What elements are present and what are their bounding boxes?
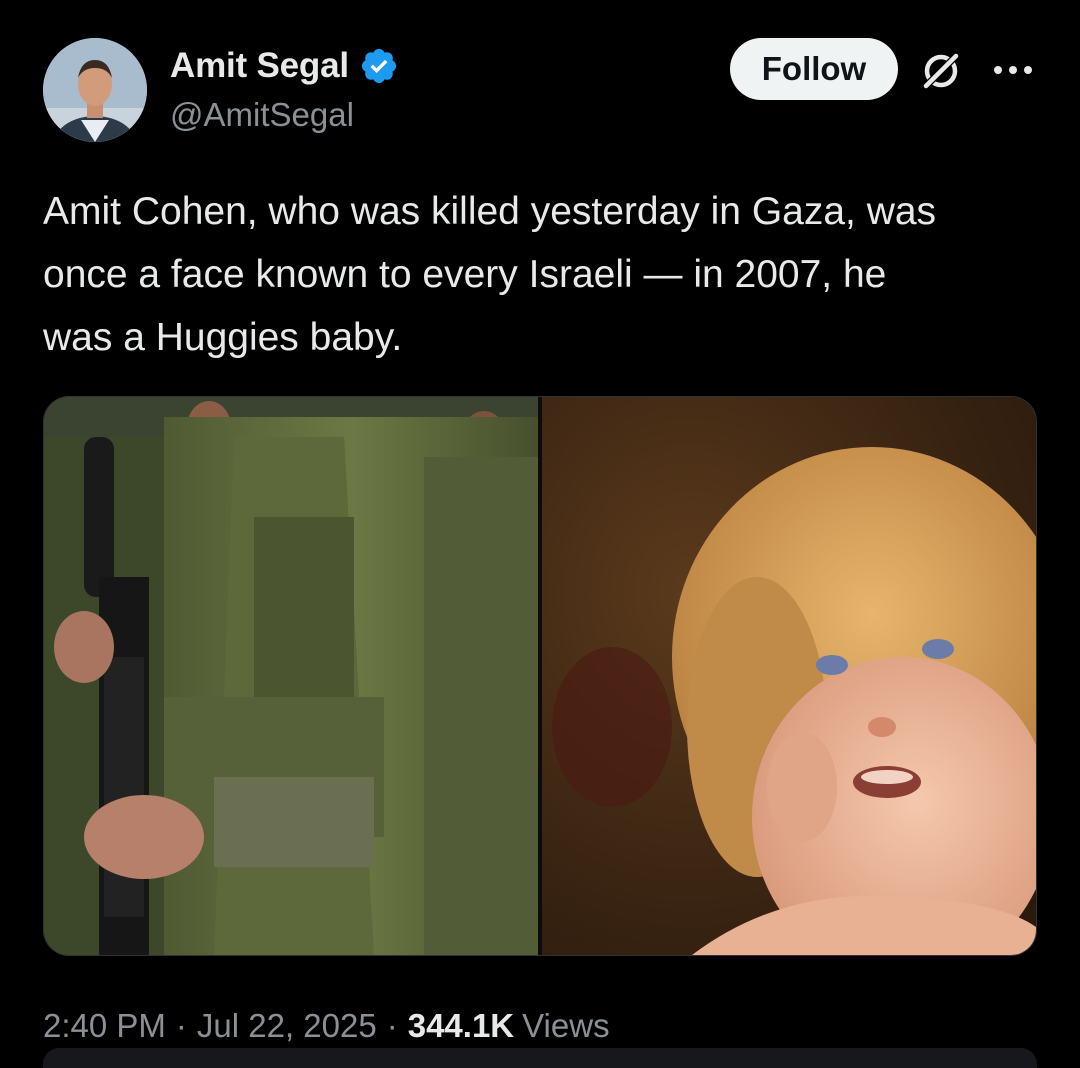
media-photo-baby[interactable] (542, 397, 1036, 955)
views-count[interactable]: 344.1K (408, 1007, 514, 1045)
bottom-bar (43, 1048, 1037, 1068)
tweet-meta: 2:40 PM · Jul 22, 2025 · 344.1K Views (43, 1000, 610, 1052)
author-display-name[interactable]: Amit Segal (170, 46, 349, 86)
grok-icon[interactable] (918, 48, 964, 94)
tweet-text: Amit Cohen, who was killed yesterday in … (43, 190, 937, 359)
tweet-time[interactable]: 2:40 PM (43, 1007, 166, 1045)
more-options-icon[interactable] (990, 62, 1036, 78)
author-avatar[interactable] (43, 38, 147, 142)
tweet-media[interactable] (43, 396, 1037, 956)
meta-separator: · (386, 1007, 398, 1044)
verified-badge-icon (361, 48, 396, 84)
views-label: Views (522, 1007, 610, 1044)
media-photo-soldier[interactable] (44, 397, 538, 955)
follow-button[interactable]: Follow (730, 38, 898, 100)
author-name-row: Amit Segal (170, 44, 399, 88)
tweet-header: Amit Segal @AmitSegal Follow (0, 0, 1080, 160)
tweet-date[interactable]: Jul 22, 2025 (197, 1007, 377, 1045)
meta-separator: · (175, 1007, 187, 1044)
author-handle[interactable]: @AmitSegal (170, 96, 354, 134)
